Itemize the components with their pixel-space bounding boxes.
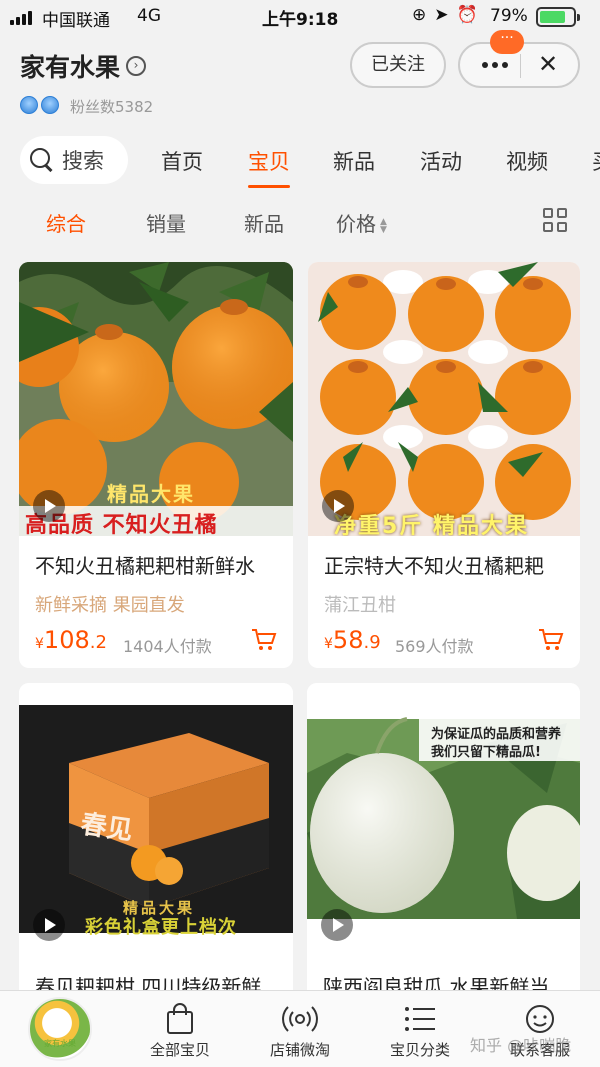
battery-fill: [540, 11, 566, 23]
product-price: ¥58.9: [324, 626, 381, 654]
grid-view-icon[interactable]: [543, 208, 567, 232]
crown-icon: [41, 96, 59, 114]
fans-count: 粉丝数5382: [70, 98, 154, 116]
sort-arrows-icon: ▲ ▼: [380, 216, 387, 235]
tab-categories[interactable]: 宝贝分类: [370, 999, 470, 1060]
shop-logo[interactable]: 家有水果: [28, 997, 92, 1061]
play-video-icon[interactable]: [33, 490, 65, 522]
shop-name: 家有水果: [20, 53, 121, 82]
play-video-icon[interactable]: [33, 909, 65, 941]
product-image: 春见 精品大果 彩色礼盒更上档次: [19, 683, 293, 957]
miniapp-capsule: ··· ✕: [458, 30, 580, 88]
chevron-right-icon: ›: [126, 56, 147, 76]
tab-new[interactable]: 新品: [333, 146, 375, 176]
image-caption-top: 精品大果: [107, 482, 195, 506]
add-to-cart-icon[interactable]: [538, 628, 564, 652]
product-tagline: 新鲜采摘 果园直发: [35, 595, 185, 616]
box-brand-text: 春见: [78, 809, 135, 847]
shop-nav: 搜索 首页 宝贝 新品 活动 视频 买: [0, 134, 600, 188]
product-card[interactable]: 精品大果 高品质 不知火丑橘 不知火丑橘耙耙柑新鲜水 新鲜采摘 果园直发 ¥10…: [19, 262, 293, 668]
tab-label: 宝贝分类: [389, 1041, 450, 1059]
add-to-cart-icon[interactable]: [251, 628, 277, 652]
image-caption-bottom: 净重5斤 精品大果: [334, 514, 529, 536]
battery-icon: [536, 7, 580, 27]
product-image: 净重5斤 精品大果: [308, 262, 580, 536]
play-video-icon[interactable]: [321, 909, 353, 941]
sort-new[interactable]: 新品: [244, 208, 284, 237]
search-button[interactable]: 搜索: [20, 136, 128, 184]
carrier-name: 中国联通: [42, 11, 110, 31]
more-options-button[interactable]: [482, 62, 508, 68]
tab-items-label: 宝贝: [248, 150, 290, 174]
shop-level-badge: [20, 96, 59, 114]
tab-label: 店铺微淘: [269, 1041, 330, 1059]
alarm-icon: ⏰: [456, 5, 478, 25]
search-icon: [30, 148, 54, 172]
product-card[interactable]: 为保证瓜的品质和营养 我们只留下精品瓜! 陕西阎良甜瓜 水果新鲜当: [307, 683, 580, 1013]
image-caption-bottom: 彩色礼盒更上档次: [85, 917, 237, 938]
follow-button[interactable]: 已关注: [350, 42, 446, 88]
product-tagline: 蒲江丑柑: [324, 595, 396, 616]
message-badge: ···: [490, 30, 524, 54]
close-button[interactable]: ✕: [538, 50, 558, 78]
broadcast-icon: [250, 999, 350, 1039]
product-title: 不知火丑橘耙耙柑新鲜水: [35, 554, 255, 578]
tab-items[interactable]: 宝贝: [248, 146, 290, 188]
location-icon: ➤: [434, 5, 449, 25]
tab-shop-feed[interactable]: 店铺微淘: [250, 999, 350, 1060]
sort-default[interactable]: 综合: [46, 208, 86, 237]
sort-price[interactable]: 价格 ▲ ▼: [336, 208, 390, 237]
tab-overflow[interactable]: 买: [592, 146, 600, 176]
capsule-divider: [520, 54, 521, 78]
product-image: 为保证瓜的品质和营养 我们只留下精品瓜!: [307, 683, 580, 957]
clock: 上午9:18: [262, 10, 339, 30]
network-type: 4G: [137, 6, 161, 26]
sort-bar: 综合 销量 新品 价格 ▲ ▼: [0, 196, 600, 246]
tab-home[interactable]: 首页: [161, 146, 203, 176]
image-caption-line1: 为保证瓜的品质和营养: [431, 727, 562, 742]
active-tab-underline: [248, 185, 290, 188]
product-card[interactable]: 净重5斤 精品大果 正宗特大不知火丑橘耙耙 蒲江丑柑 ¥58.9 569人付款: [308, 262, 580, 668]
watermark: 知乎 @咔嘣脆: [470, 1036, 572, 1055]
product-price: ¥108.2: [35, 626, 107, 654]
tab-all-items[interactable]: 全部宝贝: [130, 999, 230, 1060]
orientation-lock-icon: ⊕: [412, 5, 427, 25]
status-icons: ⊕ ➤ ⏰: [412, 5, 478, 25]
sort-sales[interactable]: 销量: [146, 208, 186, 237]
tab-activity[interactable]: 活动: [420, 146, 462, 176]
product-card[interactable]: 春见 精品大果 彩色礼盒更上档次 春见耙耙柑 四川特级新鲜: [19, 683, 293, 1013]
product-title: 正宗特大不知火丑橘耙耙: [324, 554, 544, 578]
sort-price-label: 价格: [336, 212, 376, 236]
signal-icon: [10, 11, 32, 25]
shopping-bag-icon: [130, 999, 230, 1039]
battery-percent: 79%: [490, 6, 528, 26]
shop-header: 家有水果 › 粉丝数5382 已关注 ··· ✕: [0, 30, 600, 134]
tab-label: 全部宝贝: [149, 1041, 210, 1059]
sold-count: 1404人付款: [123, 637, 212, 656]
crown-icon: [20, 96, 38, 114]
list-icon: [370, 999, 470, 1039]
product-image: 精品大果 高品质 不知火丑橘: [19, 262, 293, 536]
status-bar: 中国联通 4G 上午9:18 ⊕ ➤ ⏰ 79%: [0, 0, 600, 34]
image-caption-line2: 我们只留下精品瓜!: [431, 745, 541, 760]
shop-logo-text: 家有水果: [44, 1039, 76, 1048]
shop-name-link[interactable]: 家有水果 ›: [20, 48, 147, 84]
tab-video[interactable]: 视频: [506, 146, 548, 176]
sold-count: 569人付款: [395, 637, 474, 656]
play-video-icon[interactable]: [322, 490, 354, 522]
search-label: 搜索: [62, 149, 104, 173]
